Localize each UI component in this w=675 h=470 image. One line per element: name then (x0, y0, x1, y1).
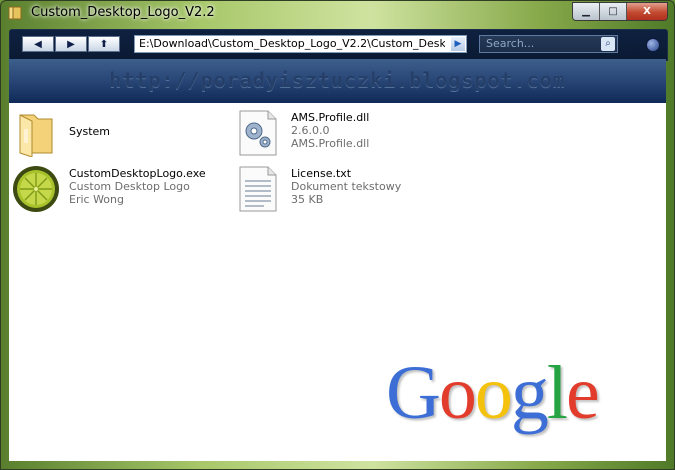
minimize-button[interactable]: ▁ (573, 3, 600, 20)
logo-letter: G (386, 351, 441, 435)
text-document-icon (239, 166, 277, 212)
address-text: E:\Download\Custom_Desktop_Logo_V2.2\Cus… (139, 37, 445, 50)
logo-letter: e (566, 351, 600, 435)
search-icon[interactable]: ⌕ (601, 37, 615, 51)
toolbar: ◀ ▶ ⬆ E:\Download\Custom_Desktop_Logo_V2… (9, 29, 668, 61)
list-item[interactable]: AMS.Profile.dll 2.6.0.0 AMS.Profile.dll (234, 109, 454, 159)
item-name: AMS.Profile.dll (291, 111, 370, 124)
logo-letter: l (546, 351, 568, 435)
window-controls: ▁ □ X (572, 2, 668, 21)
item-size: 35 KB (291, 193, 324, 206)
item-type: Dokument tekstowy (291, 180, 402, 193)
google-logo: Google (386, 355, 600, 431)
window-title: Custom_Desktop_Logo_V2.2 (31, 5, 215, 20)
item-name: CustomDesktopLogo.exe (69, 167, 206, 180)
logo-letter: o (438, 351, 477, 435)
item-name: License.txt (291, 167, 352, 180)
logo-letter: g (510, 351, 549, 435)
list-item[interactable]: System (12, 109, 212, 159)
banner-url-text: http://poradyisztuczki.blogspot.com (109, 68, 566, 92)
nav-buttons: ◀ ▶ ⬆ (22, 36, 121, 52)
folder-icon (8, 6, 22, 20)
up-button[interactable]: ⬆ (88, 36, 120, 52)
item-description: Custom Desktop Logo (69, 180, 190, 193)
go-arrow-icon[interactable]: ▶ (451, 37, 465, 51)
item-name: System (69, 125, 111, 138)
file-list: System AMS.Profile.dll 2.6.0.0 AMS.Profi… (9, 103, 666, 461)
maximize-button[interactable]: □ (600, 3, 627, 20)
help-icon[interactable] (646, 38, 660, 52)
banner: http://poradyisztuczki.blogspot.com (9, 59, 666, 103)
explorer-window: Custom_Desktop_Logo_V2.2 ▁ □ X ◀ ▶ ⬆ E:\… (0, 0, 675, 470)
title-bar[interactable]: Custom_Desktop_Logo_V2.2 ▁ □ X (1, 1, 674, 27)
lime-icon (13, 166, 59, 212)
logo-letter: o (474, 351, 513, 435)
folder-icon (19, 114, 53, 157)
item-version: 2.6.0.0 (291, 124, 330, 137)
dll-gear-icon (239, 110, 277, 156)
address-bar[interactable]: E:\Download\Custom_Desktop_Logo_V2.2\Cus… (134, 35, 467, 53)
forward-button[interactable]: ▶ (55, 36, 87, 52)
list-item[interactable]: CustomDesktopLogo.exe Custom Desktop Log… (12, 165, 232, 215)
close-button[interactable]: X (627, 3, 667, 20)
item-description: AMS.Profile.dll (291, 137, 370, 150)
item-company: Eric Wong (69, 193, 124, 206)
search-placeholder: Search... (486, 37, 535, 50)
back-button[interactable]: ◀ (22, 36, 54, 52)
search-input[interactable]: Search... ⌕ (479, 35, 618, 53)
list-item[interactable]: License.txt Dokument tekstowy 35 KB (234, 165, 454, 215)
